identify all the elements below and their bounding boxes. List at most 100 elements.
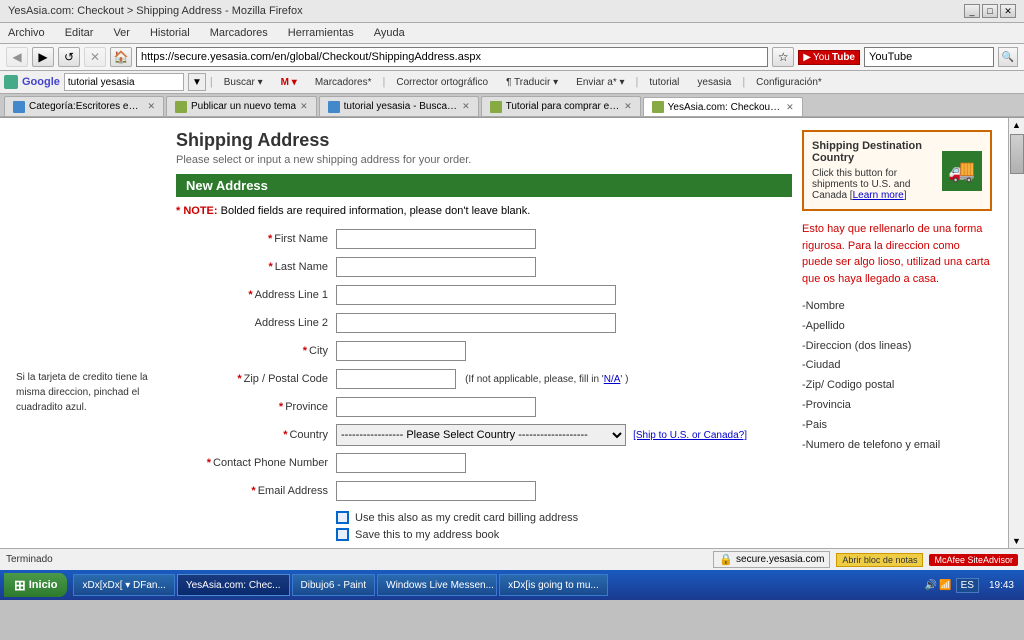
billing-checkbox[interactable]	[336, 511, 349, 524]
ship-to-us-link[interactable]: [Ship to U.S. or Canada?]	[633, 430, 747, 441]
note-bar: * NOTE: Bolded fields are required infor…	[176, 205, 792, 217]
city-input[interactable]	[336, 341, 466, 361]
tab-favicon-0	[13, 101, 25, 113]
bookmark-corrector[interactable]: Corrector ortográfico	[389, 75, 495, 90]
home-button[interactable]: 🏠	[110, 47, 132, 67]
list-item-1: -Apellido	[802, 317, 992, 337]
tab-3[interactable]: Tutorial para comprar en YesAsia (CDs ..…	[481, 96, 641, 116]
bookmark-m[interactable]: M ▾	[274, 75, 304, 90]
last-name-input[interactable]	[336, 257, 536, 277]
left-annotation-text: Si la tarjeta de credito tiene la misma …	[16, 370, 166, 415]
save-checkbox[interactable]	[336, 528, 349, 541]
first-name-input[interactable]	[336, 229, 536, 249]
city-row: *City	[176, 337, 792, 365]
email-input[interactable]	[336, 481, 536, 501]
menu-herramientas[interactable]: Herramientas	[284, 25, 358, 41]
bookmark-buscar[interactable]: Buscar ▾	[217, 75, 270, 90]
star-icon[interactable]: ☆	[772, 47, 794, 67]
bookmark-enviar[interactable]: Enviar a* ▾	[569, 75, 631, 90]
scroll-down[interactable]: ▼	[1010, 534, 1023, 548]
first-name-label: First Name	[274, 233, 328, 245]
stop-button[interactable]: ✕	[84, 47, 106, 67]
save-checkbox-row: Save this to my address book	[336, 528, 792, 541]
phone-label: Contact Phone Number	[213, 457, 328, 469]
menu-archivo[interactable]: Archivo	[4, 25, 49, 41]
page-subtitle: Please select or input a new shipping ad…	[176, 154, 792, 166]
reload-button[interactable]: ↺	[58, 47, 80, 67]
back-button[interactable]: ◀	[6, 47, 28, 67]
search-button[interactable]: 🔍	[998, 47, 1018, 67]
zip-label: Zip / Postal Code	[244, 373, 328, 385]
taskbar-right: 🔊 📶 ES 19:43	[925, 578, 1020, 593]
destination-box: Shipping Destination Country Click this …	[802, 130, 992, 211]
taskbar-item-1[interactable]: YesAsia.com: Chec...	[177, 574, 290, 596]
menu-bar: Archivo Editar Ver Historial Marcadores …	[0, 23, 1024, 44]
taskbar-item-3[interactable]: Windows Live Messen...	[377, 574, 497, 596]
youtube-indicator: ▶YouTube	[798, 50, 860, 65]
address1-input[interactable]	[336, 285, 616, 305]
destination-title: Shipping Destination Country	[812, 140, 934, 164]
menu-editar[interactable]: Editar	[61, 25, 98, 41]
bookmark-tutorial[interactable]: tutorial	[642, 75, 686, 90]
address1-row: *Address Line 1	[176, 281, 792, 309]
search-box[interactable]	[864, 47, 994, 67]
menu-ver[interactable]: Ver	[109, 25, 134, 41]
maximize-button[interactable]: □	[982, 4, 998, 18]
tab-2[interactable]: tutorial yesasia - Buscar con Google ✕	[319, 96, 479, 116]
address2-row: Address Line 2	[176, 309, 792, 337]
tab-0[interactable]: Categoría:Escritores en Japonés - Whip..…	[4, 96, 164, 116]
email-label: Email Address	[258, 485, 328, 497]
tab-4[interactable]: YesAsia.com: Checkout > Shippin... ✕	[643, 97, 803, 117]
menu-marcadores[interactable]: Marcadores	[206, 25, 272, 41]
billing-checkbox-row: Use this also as my credit card billing …	[336, 511, 792, 524]
forward-button[interactable]: ▶	[32, 47, 54, 67]
bookmark-yesasia[interactable]: yesasia	[690, 75, 738, 90]
flag-icon: 🚚	[948, 158, 975, 184]
bookmark-marcadores[interactable]: Marcadores*	[308, 75, 379, 90]
menu-historial[interactable]: Historial	[146, 25, 194, 41]
menu-ayuda[interactable]: Ayuda	[370, 25, 409, 41]
tab-close-0[interactable]: ✕	[147, 101, 155, 112]
close-button[interactable]: ✕	[1000, 4, 1016, 18]
billing-label: Use this also as my credit card billing …	[355, 512, 578, 524]
notepad-button[interactable]: Abrir bloc de notas	[836, 553, 923, 567]
tab-close-2[interactable]: ✕	[462, 101, 470, 112]
note-text: Bolded fields are required information, …	[221, 205, 531, 217]
taskbar-item-2[interactable]: Dibujo6 - Paint	[292, 574, 376, 596]
page-heading: Shipping Address	[176, 130, 792, 151]
taskbar-item-0[interactable]: xDx[xDx[ ▾ DFan...	[73, 574, 174, 596]
zip-input[interactable]	[336, 369, 456, 389]
address-bar[interactable]	[136, 47, 768, 67]
lock-icon: 🔒	[719, 553, 733, 566]
tab-1[interactable]: Publicar un nuevo tema ✕	[166, 96, 317, 116]
start-button[interactable]: ⊞ Inicio	[4, 573, 67, 597]
bookmark-config[interactable]: Configuración*	[749, 75, 829, 90]
email-row: *Email Address	[176, 477, 792, 505]
province-input[interactable]	[336, 397, 536, 417]
destination-button[interactable]: 🚚	[942, 151, 982, 191]
taskbar-item-4[interactable]: xDx[is going to mu...	[499, 574, 608, 596]
scroll-up[interactable]: ▲	[1010, 118, 1023, 132]
city-label: City	[309, 345, 328, 357]
google-favicon	[4, 75, 18, 89]
tab-close-4[interactable]: ✕	[786, 102, 794, 113]
minimize-button[interactable]: _	[964, 4, 980, 18]
language-indicator: ES	[956, 578, 979, 593]
new-address-header: New Address	[176, 174, 792, 197]
na-link[interactable]: N/A	[604, 374, 621, 385]
last-name-row: *Last Name	[176, 253, 792, 281]
google-search-btn[interactable]: ▼	[188, 73, 206, 91]
google-search-input[interactable]	[64, 73, 184, 91]
bookmark-traducir[interactable]: ¶ Traducir ▾	[499, 75, 565, 90]
scroll-thumb[interactable]	[1010, 134, 1024, 174]
scrollbar[interactable]: ▲ ▼	[1008, 118, 1024, 548]
tab-close-1[interactable]: ✕	[300, 101, 308, 112]
phone-input[interactable]	[336, 453, 466, 473]
save-label: Save this to my address book	[355, 529, 499, 541]
address2-input[interactable]	[336, 313, 616, 333]
learn-more-link[interactable]: Learn more	[853, 190, 904, 201]
destination-desc: Click this button for shipments to U.S. …	[812, 168, 934, 201]
tab-close-3[interactable]: ✕	[624, 101, 632, 112]
country-select[interactable]: ----------------- Please Select Country …	[336, 424, 626, 446]
taskbar: ⊞ Inicio xDx[xDx[ ▾ DFan... YesAsia.com:…	[0, 570, 1024, 600]
